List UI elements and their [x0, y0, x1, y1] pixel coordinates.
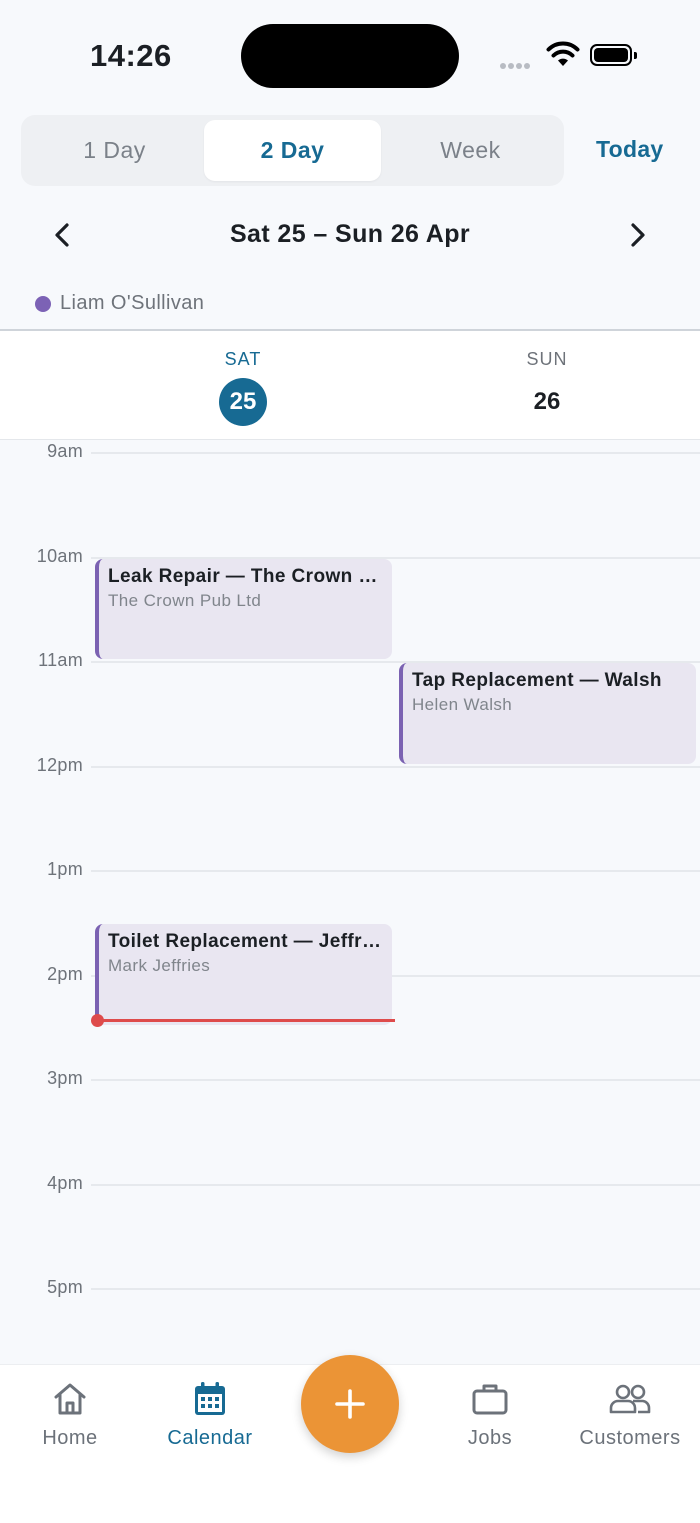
tab-label: Home	[42, 1427, 98, 1449]
day-number: 26	[533, 388, 561, 415]
hour-gridline	[91, 452, 700, 454]
date-range-title: Sat 25 – Sun 26 Apr	[229, 220, 471, 248]
day-header: SAT 25 SUN 26	[0, 331, 700, 440]
calendar-event[interactable]: Leak Repair — The Crown Pub The Crown Pub…	[95, 558, 392, 659]
status-bar: 14:26	[0, 0, 700, 110]
event-title: Toilet Replacement — Jeffries	[108, 931, 382, 953]
day-number-today: 25	[219, 378, 267, 426]
day-name: SAT	[224, 349, 262, 369]
event-title: Leak Repair — The Crown Pub	[108, 565, 382, 587]
hour-gridline	[91, 1288, 700, 1290]
status-time: 14:26	[90, 38, 172, 73]
calendar-event[interactable]: Toilet Replacement — Jeffries Mark Jeffri…	[95, 924, 392, 1025]
current-time-line	[97, 1019, 395, 1023]
staff-color-dot	[35, 295, 51, 312]
event-customer: The Crown Pub Ltd	[108, 590, 262, 610]
people-icon	[609, 1384, 651, 1414]
hour-label: 12pm	[36, 754, 83, 775]
event-customer: Mark Jeffries	[108, 956, 211, 976]
hour-gridline	[91, 1079, 700, 1081]
chevron-right-icon[interactable]	[622, 220, 652, 250]
calendar-event[interactable]: Tap Replacement — Walsh Helen Walsh	[399, 663, 696, 764]
current-time-dot	[91, 1014, 104, 1028]
hour-label: 1pm	[47, 859, 83, 879]
home-icon	[54, 1383, 86, 1415]
tab-home[interactable]: Home	[0, 1379, 140, 1450]
briefcase-icon	[472, 1384, 508, 1415]
staff-name: Liam O'Sullivan	[60, 292, 205, 314]
tab-label: Jobs	[467, 1427, 513, 1449]
add-button[interactable]	[301, 1355, 399, 1453]
date-navigation: Sat 25 – Sun 26 Apr	[0, 210, 700, 264]
tab-label: Customers	[579, 1427, 681, 1449]
hour-label: 10am	[36, 545, 83, 566]
view-switcher: 1 Day 2 Day Week	[21, 115, 564, 186]
day-name: SUN	[526, 349, 568, 369]
calendar-grid[interactable]: 9am 10am 11am 12pm 1pm 2pm 3pm 4pm 5pm Leak Repai…	[0, 440, 700, 1364]
view-option-2-day[interactable]: 2 Day	[204, 120, 381, 181]
tab-calendar[interactable]: Calendar	[140, 1379, 280, 1450]
view-option-1-day[interactable]: 1 Day	[26, 120, 203, 181]
day-column-header-sat[interactable]: SAT 25	[91, 331, 395, 426]
battery-icon	[590, 44, 637, 66]
hour-label: 2pm	[47, 963, 83, 984]
cellular-signal-icon	[500, 56, 532, 74]
tab-label: Calendar	[167, 1427, 253, 1449]
dynamic-island	[241, 24, 459, 88]
wifi-icon	[546, 41, 580, 66]
today-button[interactable]: Today	[596, 136, 664, 163]
hour-gridline	[91, 870, 700, 872]
hour-label: 11am	[38, 650, 83, 670]
tab-jobs[interactable]: Jobs	[420, 1379, 560, 1450]
event-customer: Helen Walsh	[412, 695, 513, 714]
hour-gridline	[91, 1183, 700, 1186]
hour-label: 4pm	[47, 1172, 83, 1193]
hour-label: 3pm	[47, 1068, 83, 1088]
hour-label: 5pm	[47, 1277, 83, 1297]
tab-customers[interactable]: Customers	[560, 1379, 700, 1450]
staff-filter-chip[interactable]: Liam O'Sullivan	[35, 292, 204, 315]
hour-gridline	[91, 765, 700, 768]
view-option-week[interactable]: Week	[382, 120, 559, 181]
plus-icon	[335, 1389, 365, 1419]
chevron-left-icon[interactable]	[48, 220, 78, 250]
hour-label: 9am	[47, 441, 83, 461]
calendar-icon	[195, 1382, 225, 1415]
event-title: Tap Replacement — Walsh	[412, 670, 662, 691]
day-column-header-sun[interactable]: SUN 26	[395, 331, 699, 426]
